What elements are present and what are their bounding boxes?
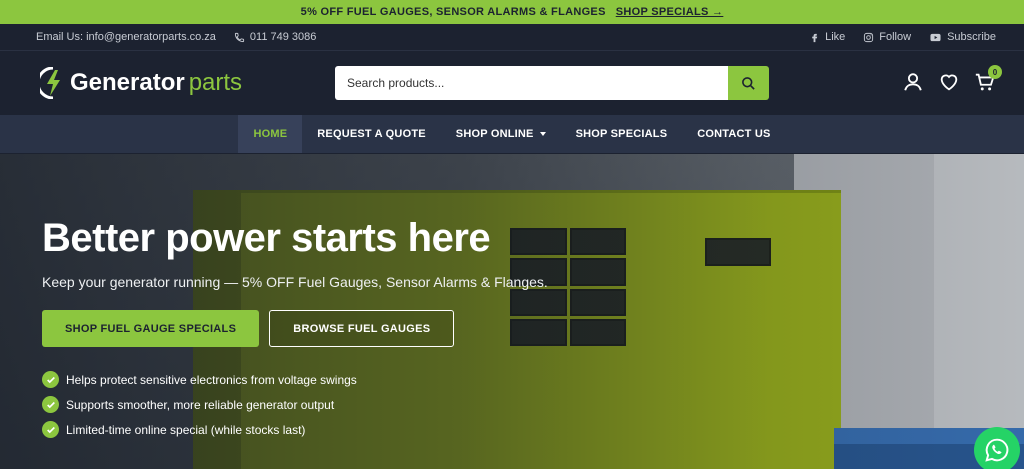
hero-banner: Better power starts here Keep your gener… bbox=[0, 154, 1024, 469]
nav-label: HOME bbox=[253, 128, 288, 140]
hero-content: Better power starts here Keep your gener… bbox=[42, 216, 548, 438]
wishlist-button[interactable] bbox=[938, 71, 960, 93]
bullet-text: Helps protect sensitive electronics from… bbox=[66, 372, 357, 387]
site-header: Generatorparts 0 bbox=[0, 51, 1024, 115]
hero-title: Better power starts here bbox=[42, 216, 491, 260]
nav-item-request-quote[interactable]: REQUEST A QUOTE bbox=[302, 115, 441, 153]
youtube-label: Subscribe bbox=[947, 31, 996, 43]
phone-link[interactable]: 011 749 3086 bbox=[234, 31, 316, 43]
cart-button[interactable]: 0 bbox=[974, 65, 1002, 93]
whatsapp-chat-button[interactable] bbox=[974, 427, 1020, 469]
facebook-like-link[interactable]: Like bbox=[809, 31, 845, 43]
search-button[interactable] bbox=[728, 66, 769, 100]
lightning-bolt-icon bbox=[40, 67, 60, 99]
checkmark-icon bbox=[42, 421, 59, 438]
heart-icon bbox=[940, 74, 958, 91]
nav-item-shop-specials[interactable]: SHOP SPECIALS bbox=[561, 115, 683, 153]
bullet-text: Supports smoother, more reliable generat… bbox=[66, 397, 335, 412]
phone-icon bbox=[234, 32, 245, 42]
info-bar: Email Us: info@generatorparts.co.za 011 … bbox=[0, 24, 1024, 51]
hero-bullet: Supports smoother, more reliable generat… bbox=[42, 396, 548, 413]
shop-fuel-gauge-specials-button[interactable]: SHOP FUEL GAUGE SPECIALS bbox=[42, 310, 260, 347]
user-icon bbox=[904, 73, 922, 91]
youtube-subscribe-link[interactable]: Subscribe bbox=[929, 31, 996, 43]
shop-specials-link[interactable]: SHOP SPECIALS → bbox=[616, 6, 724, 18]
nav-item-home[interactable]: HOME bbox=[238, 115, 303, 153]
instagram-icon bbox=[864, 32, 874, 42]
logo-text-accent: parts bbox=[188, 69, 243, 96]
search-bar bbox=[335, 66, 769, 100]
whatsapp-icon bbox=[985, 438, 1009, 462]
nav-item-shop-online[interactable]: SHOP ONLINE bbox=[441, 115, 561, 153]
cart-count-badge: 0 bbox=[988, 65, 1002, 79]
search-input[interactable] bbox=[335, 66, 728, 100]
checkmark-icon bbox=[42, 371, 59, 388]
youtube-icon bbox=[930, 33, 941, 41]
instagram-follow-link[interactable]: Follow bbox=[863, 31, 911, 43]
email-link[interactable]: Email Us: info@generatorparts.co.za bbox=[36, 31, 216, 43]
hero-subtitle: Keep your generator running — 5% OFF Fue… bbox=[42, 274, 548, 290]
hero-bullet: Helps protect sensitive electronics from… bbox=[42, 371, 548, 388]
facebook-label: Like bbox=[825, 31, 846, 43]
search-icon bbox=[742, 76, 755, 90]
promo-bar: 5% OFF FUEL GAUGES, SENSOR ALARMS & FLAN… bbox=[0, 0, 1024, 24]
chevron-down-icon bbox=[539, 132, 546, 136]
nav-label: SHOP SPECIALS bbox=[575, 128, 668, 140]
hero-bullet: Limited-time online special (while stock… bbox=[42, 421, 548, 438]
facebook-icon bbox=[812, 33, 818, 42]
instagram-label: Follow bbox=[879, 31, 912, 43]
site-logo[interactable]: Generator parts bbox=[40, 67, 242, 99]
phone-number: 011 749 3086 bbox=[249, 31, 317, 43]
nav-label: SHOP ONLINE bbox=[455, 128, 534, 140]
promo-text: 5% OFF FUEL GAUGES, SENSOR ALARMS & FLAN… bbox=[300, 6, 606, 18]
account-button[interactable] bbox=[902, 71, 924, 93]
nav-item-contact[interactable]: CONTACT US bbox=[682, 115, 785, 153]
logo-text-main: Generator bbox=[70, 69, 185, 96]
nav-label: CONTACT US bbox=[697, 128, 771, 140]
bullet-text: Limited-time online special (while stock… bbox=[66, 422, 306, 437]
nav-label: REQUEST A QUOTE bbox=[317, 128, 426, 140]
checkmark-icon bbox=[42, 396, 59, 413]
main-nav: HOME REQUEST A QUOTE SHOP ONLINE SHOP SP… bbox=[0, 115, 1024, 153]
browse-fuel-gauges-button[interactable]: BROWSE FUEL GAUGES bbox=[269, 310, 455, 347]
